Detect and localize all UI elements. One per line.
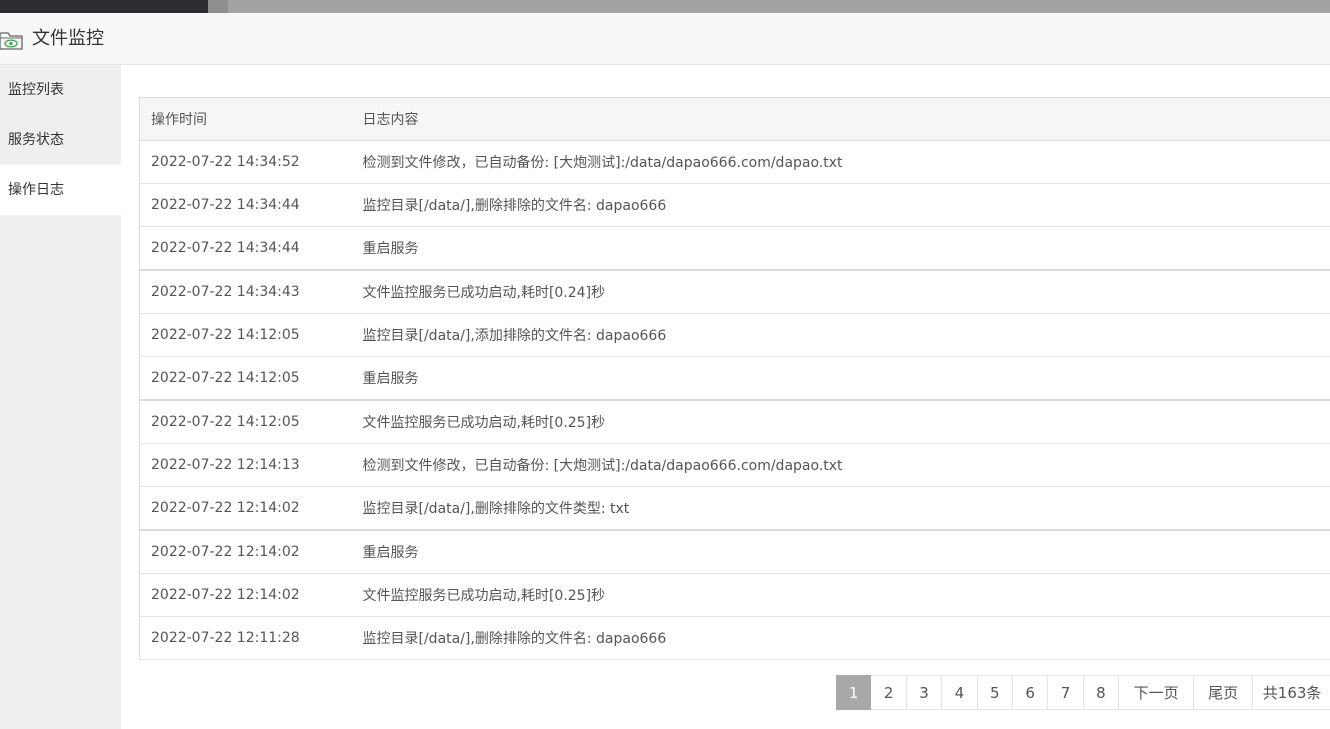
file-monitor-panel: 文件监控 监控列表 服务状态 操作日志 操作时间 日志内容 2022-07-22… (0, 13, 1330, 729)
log-time-cell: 2022-07-22 14:12:05 (139, 400, 352, 444)
log-content-cell: 监控目录[/data/],删除排除的文件类型: txt (351, 486, 1330, 531)
last-page-button[interactable]: 尾页 (1194, 675, 1254, 710)
background-window-strip (0, 0, 1330, 13)
sidebar: 监控列表 服务状态 操作日志 (0, 65, 121, 729)
log-content-cell: 文件监控服务已成功启动,耗时[0.25]秒 (351, 573, 1330, 617)
table-row: 2022-07-22 14:34:44 重启服务 (139, 226, 1330, 271)
log-time-cell: 2022-07-22 12:14:13 (139, 443, 352, 487)
log-time-cell: 2022-07-22 12:14:02 (139, 530, 352, 574)
page-button-5[interactable]: 5 (977, 675, 1013, 710)
log-content-cell: 文件监控服务已成功启动,耗时[0.25]秒 (351, 400, 1330, 444)
log-content-cell: 重启服务 (351, 530, 1330, 574)
log-content-cell: 监控目录[/data/],删除排除的文件名: dapao666 (351, 616, 1330, 660)
table-row: 2022-07-22 12:14:02 重启服务 (139, 530, 1330, 574)
log-time-cell: 2022-07-22 12:14:02 (139, 486, 352, 531)
table-row: 2022-07-22 14:34:52 检测到文件修改，已自动备份: [大炮测试… (139, 140, 1330, 184)
log-content-cell: 检测到文件修改，已自动备份: [大炮测试]:/data/dapao666.com… (351, 140, 1330, 184)
log-time-cell: 2022-07-22 12:11:28 (139, 616, 352, 660)
page-button-1[interactable]: 1 (836, 675, 872, 710)
log-time-cell: 2022-07-22 14:34:52 (139, 140, 352, 184)
sidebar-item-service-status[interactable]: 服务状态 (0, 115, 121, 165)
log-content: 操作时间 日志内容 2022-07-22 14:34:52 检测到文件修改，已自… (139, 97, 1330, 660)
log-time-cell: 2022-07-22 14:12:05 (139, 356, 352, 401)
table-row: 2022-07-22 12:11:28 监控目录[/data/],删除排除的文件… (139, 616, 1330, 660)
column-header-time: 操作时间 (139, 97, 352, 141)
log-content-cell: 检测到文件修改，已自动备份: [大炮测试]:/data/dapao666.com… (351, 443, 1330, 487)
log-time-cell: 2022-07-22 14:12:05 (139, 313, 352, 357)
total-count: 共163条 (1253, 675, 1330, 710)
log-content-cell: 重启服务 (351, 356, 1330, 401)
log-content-cell: 文件监控服务已成功启动,耗时[0.24]秒 (351, 270, 1330, 314)
eye-folder-icon (0, 32, 23, 50)
panel-header: 文件监控 (0, 13, 1330, 65)
table-header-row: 操作时间 日志内容 (139, 97, 1330, 141)
log-table: 操作时间 日志内容 2022-07-22 14:34:52 检测到文件修改，已自… (139, 97, 1330, 660)
page-button-6[interactable]: 6 (1012, 675, 1049, 710)
column-header-content: 日志内容 (351, 97, 1330, 141)
table-row: 2022-07-22 14:34:43 文件监控服务已成功启动,耗时[0.24]… (139, 270, 1330, 314)
panel-title: 文件监控 (32, 28, 104, 49)
table-row: 2022-07-22 12:14:13 检测到文件修改，已自动备份: [大炮测试… (139, 443, 1330, 487)
table-row: 2022-07-22 14:34:44 监控目录[/data/],删除排除的文件… (139, 183, 1330, 227)
table-row: 2022-07-22 14:12:05 监控目录[/data/],添加排除的文件… (139, 313, 1330, 357)
page-button-7[interactable]: 7 (1048, 675, 1084, 710)
next-page-button[interactable]: 下一页 (1119, 675, 1195, 710)
page-button-2[interactable]: 2 (871, 675, 907, 710)
log-content-cell: 监控目录[/data/],添加排除的文件名: dapao666 (351, 313, 1330, 357)
page-button-3[interactable]: 3 (906, 675, 943, 710)
table-row: 2022-07-22 12:14:02 监控目录[/data/],删除排除的文件… (139, 486, 1330, 531)
background-dark-sidebar (0, 0, 208, 13)
sidebar-item-operation-log[interactable]: 操作日志 (0, 165, 121, 215)
sidebar-item-monitor-list[interactable]: 监控列表 (0, 65, 121, 115)
page-button-4[interactable]: 4 (942, 675, 978, 710)
table-row: 2022-07-22 14:12:05 文件监控服务已成功启动,耗时[0.25]… (139, 400, 1330, 444)
log-time-cell: 2022-07-22 14:34:44 (139, 183, 352, 227)
table-row: 2022-07-22 14:12:05 重启服务 (139, 356, 1330, 401)
log-content-cell: 重启服务 (351, 226, 1330, 271)
log-content-cell: 监控目录[/data/],删除排除的文件名: dapao666 (351, 183, 1330, 227)
log-time-cell: 2022-07-22 12:14:02 (139, 573, 352, 617)
log-time-cell: 2022-07-22 14:34:43 (139, 270, 352, 314)
log-time-cell: 2022-07-22 14:34:44 (139, 226, 352, 271)
pagination: 1 2 3 4 5 6 7 8 下一页 尾页 共163条 (836, 675, 1330, 710)
table-row: 2022-07-22 12:14:02 文件监控服务已成功启动,耗时[0.25]… (139, 573, 1330, 617)
background-divider (208, 0, 228, 13)
page-button-8[interactable]: 8 (1083, 675, 1120, 710)
